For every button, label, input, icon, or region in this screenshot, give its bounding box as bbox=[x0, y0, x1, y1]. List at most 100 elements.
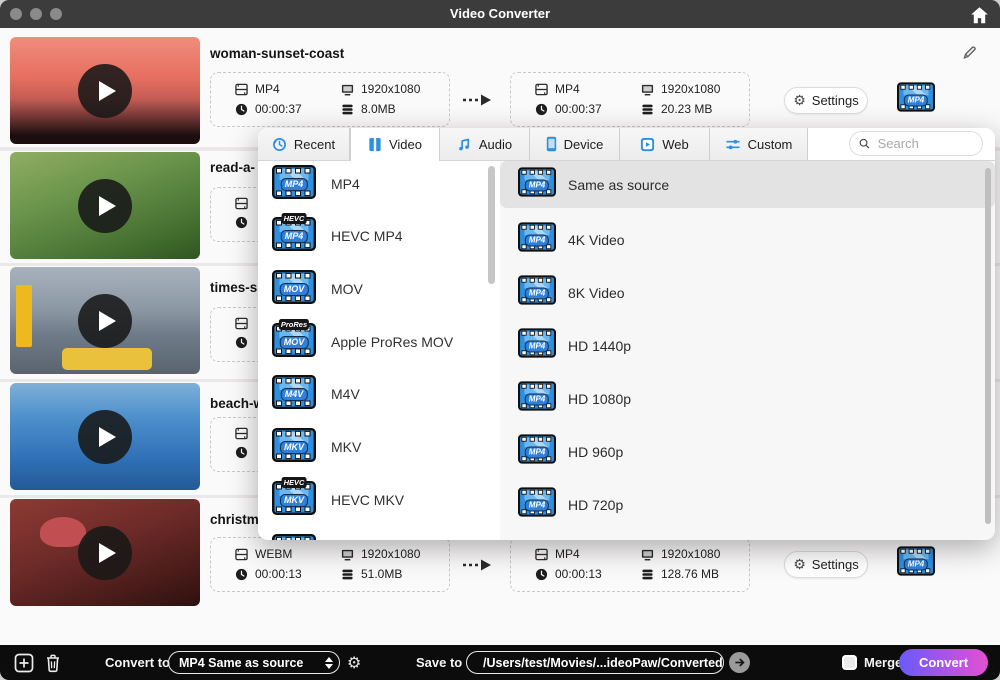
video-format-icon: MOV bbox=[272, 270, 316, 309]
tab-video[interactable]: Video bbox=[350, 128, 440, 161]
format-picker-popup: Recent Video Audio Device Web Custom Sea… bbox=[258, 128, 995, 540]
target-size: 128.76 MB bbox=[661, 567, 720, 581]
tab-custom[interactable]: Custom bbox=[710, 128, 808, 160]
video-title: times-s bbox=[210, 280, 258, 295]
save-path-field[interactable]: /Users/test/Movies/...ideoPaw/Converted bbox=[466, 651, 724, 674]
video-thumbnail-christmas[interactable] bbox=[10, 499, 200, 606]
add-file-button[interactable] bbox=[14, 645, 34, 680]
resolution-icon bbox=[641, 548, 654, 561]
video-thumbnail-times-square[interactable] bbox=[10, 267, 200, 374]
resolution-item-4k[interactable]: MP4 4K Video 3840*2160 bbox=[500, 213, 995, 266]
gear-icon: ⚙ bbox=[793, 92, 806, 109]
output-format-icon[interactable]: MP4 bbox=[897, 546, 935, 581]
edit-icon[interactable] bbox=[961, 44, 978, 66]
source-format: WEBM bbox=[255, 547, 293, 561]
video-format-icon: MKV bbox=[272, 428, 316, 467]
format-item-prores-mov[interactable]: MOV ProRes Apple ProRes MOV bbox=[272, 318, 453, 364]
resolution-item-hd1440[interactable]: MP4 HD 1440p 1920*1440 bbox=[500, 319, 995, 372]
play-button[interactable] bbox=[78, 409, 132, 464]
tab-web[interactable]: Web bbox=[620, 128, 710, 160]
file-format-icon bbox=[235, 83, 248, 96]
video-format-icon: MP4 bbox=[272, 165, 316, 204]
format-item-partial bbox=[272, 531, 316, 540]
video-format-icon: MP4 bbox=[518, 222, 556, 257]
play-button[interactable] bbox=[78, 525, 132, 580]
target-size: 20.23 MB bbox=[661, 102, 713, 116]
resolution-item-8k[interactable]: MP4 8K Video 7680*4320 bbox=[500, 266, 995, 319]
duration-icon bbox=[235, 568, 248, 581]
play-button[interactable] bbox=[78, 63, 132, 118]
resolution-item-same-as-source[interactable]: MP4 Same as source Auto ⚙ bbox=[500, 161, 995, 208]
video-format-icon: MOV ProRes bbox=[272, 318, 316, 362]
format-item-m4v[interactable]: M4V M4V bbox=[272, 372, 360, 416]
duration-icon bbox=[535, 568, 548, 581]
video-format-icon: MP4 bbox=[518, 167, 556, 202]
audio-icon bbox=[459, 138, 469, 150]
duration-icon bbox=[535, 103, 548, 116]
output-settings-gear[interactable]: ⚙ bbox=[347, 645, 361, 680]
home-icon[interactable] bbox=[968, 4, 990, 26]
video-format-icon: MP4 bbox=[518, 434, 556, 469]
file-format-icon bbox=[235, 317, 248, 330]
settings-button[interactable]: ⚙ Settings bbox=[784, 551, 868, 578]
resolution-item-hd960[interactable]: MP4 HD 960p 1280*960 bbox=[500, 425, 995, 478]
duration-icon bbox=[235, 103, 248, 116]
open-folder-arrow-button[interactable] bbox=[729, 652, 750, 673]
tab-audio[interactable]: Audio bbox=[440, 128, 530, 160]
kodak-sign bbox=[16, 285, 32, 347]
source-info-box: MP4 1920x1080 00:00:37 8.0MB bbox=[210, 72, 450, 127]
target-duration: 00:00:37 bbox=[555, 102, 602, 116]
web-icon bbox=[641, 137, 655, 151]
recent-icon bbox=[272, 137, 286, 151]
source-resolution: 1920x1080 bbox=[361, 82, 421, 96]
format-item-hevc-mp4[interactable]: MP4 HEVC HEVC MP4 bbox=[272, 212, 403, 258]
resolution-item-hd720[interactable]: MP4 HD 720p 1280*720 bbox=[500, 478, 995, 531]
source-info-box: WEBM 1920x1080 00:00:13 51.0MB bbox=[210, 537, 450, 592]
video-thumbnail-read-a-book[interactable] bbox=[10, 152, 200, 259]
source-resolution: 1920x1080 bbox=[361, 547, 421, 561]
source-duration: 00:00:37 bbox=[255, 102, 302, 116]
target-info-box: MP4 1920x1080 00:00:13 128.76 MB bbox=[510, 537, 750, 592]
tab-recent[interactable]: Recent bbox=[258, 128, 350, 160]
convert-arrow-icon bbox=[462, 93, 492, 107]
output-format-icon[interactable]: MP4 bbox=[897, 82, 935, 117]
resolution-icon bbox=[341, 548, 354, 561]
format-item-hevc-mkv[interactable]: MKV HEVC HEVC MKV bbox=[272, 476, 404, 522]
format-item-mp4[interactable]: MP4 MP4 bbox=[272, 162, 360, 206]
custom-sliders-icon bbox=[726, 139, 740, 149]
convert-button[interactable]: Convert bbox=[899, 649, 988, 676]
target-format: MP4 bbox=[555, 547, 580, 561]
source-size: 51.0MB bbox=[361, 567, 403, 581]
play-button[interactable] bbox=[78, 293, 132, 348]
file-format-icon bbox=[535, 548, 548, 561]
tab-device[interactable]: Device bbox=[530, 128, 620, 160]
play-button[interactable] bbox=[78, 178, 132, 233]
delete-button[interactable] bbox=[44, 645, 62, 680]
resolution-item-hd1080[interactable]: MP4 HD 1080p 1920*1080 bbox=[500, 372, 995, 425]
video-title: christm bbox=[210, 512, 259, 527]
format-item-mov[interactable]: MOV MOV bbox=[272, 267, 363, 311]
source-size: 8.0MB bbox=[361, 102, 396, 116]
search-icon bbox=[859, 138, 870, 149]
file-format-icon bbox=[235, 548, 248, 561]
format-item-mkv[interactable]: MKV MKV bbox=[272, 425, 361, 469]
resolution-list-scrollbar[interactable] bbox=[985, 168, 991, 524]
filesize-icon bbox=[641, 568, 654, 581]
search-input[interactable] bbox=[875, 135, 973, 152]
video-format-icon: MKV HEVC bbox=[272, 476, 316, 520]
search-field[interactable] bbox=[849, 131, 983, 156]
file-format-icon bbox=[235, 197, 248, 210]
filesize-icon bbox=[341, 103, 354, 116]
format-list-scrollbar[interactable] bbox=[488, 166, 495, 284]
resolution-item-partial bbox=[500, 531, 995, 540]
source-format: MP4 bbox=[255, 82, 280, 96]
titlebar: Video Converter bbox=[0, 0, 1000, 28]
gear-icon: ⚙ bbox=[793, 556, 806, 573]
merge-label: Merge bbox=[864, 655, 903, 670]
video-thumbnail-woman-sunset[interactable] bbox=[10, 37, 200, 144]
video-thumbnail-beach[interactable] bbox=[10, 383, 200, 490]
merge-checkbox[interactable] bbox=[842, 655, 857, 670]
dropdown-stepper-icon bbox=[325, 656, 333, 669]
settings-button[interactable]: ⚙ Settings bbox=[784, 87, 868, 114]
convert-to-dropdown[interactable]: MP4 Same as source bbox=[168, 651, 340, 674]
